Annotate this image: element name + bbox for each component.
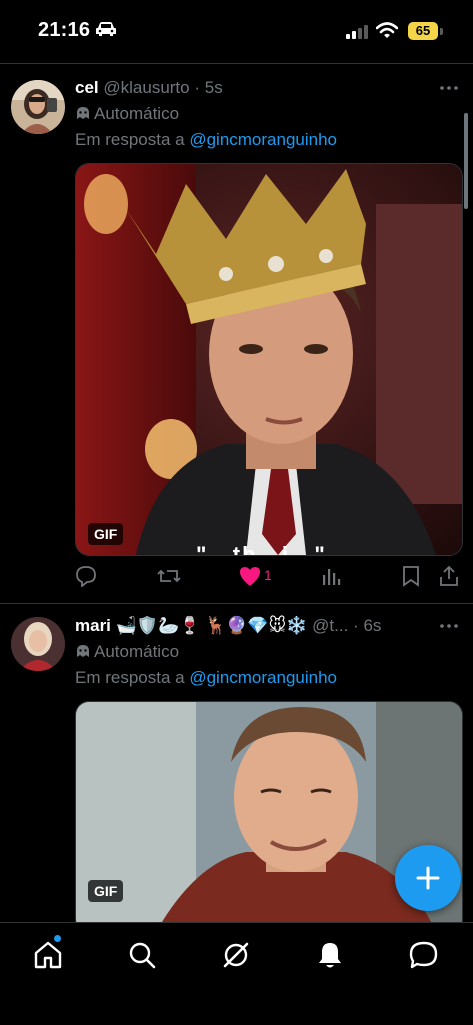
bookmark-icon[interactable] <box>402 565 420 587</box>
separator-dot: · <box>353 616 359 635</box>
tweet-actions: 1 <box>75 565 461 589</box>
more-icon[interactable] <box>440 86 458 90</box>
header-divider <box>0 63 473 64</box>
messages-icon[interactable] <box>408 939 440 971</box>
avatar[interactable] <box>11 617 65 671</box>
tweet-divider <box>0 603 473 604</box>
gif-badge: GIF <box>88 880 124 902</box>
scrollbar[interactable] <box>464 113 468 209</box>
search-icon[interactable] <box>126 939 158 971</box>
tweet-age[interactable]: 6s <box>363 616 381 635</box>
automated-text: Automático <box>94 104 180 123</box>
gif-image-crowned-man <box>76 164 462 555</box>
reply-icon[interactable] <box>75 565 97 587</box>
gif-badge: GIF <box>88 523 124 545</box>
views-icon[interactable] <box>321 565 341 587</box>
avatar[interactable] <box>11 80 65 134</box>
gif-caption-fragment: "...th...i..." <box>196 542 327 556</box>
more-icon[interactable] <box>440 624 458 628</box>
bot-icon <box>77 645 89 657</box>
automated-label: Automático <box>75 104 179 124</box>
share-icon[interactable] <box>439 565 459 587</box>
status-time: 21:16 <box>38 19 91 41</box>
automated-text: Automático <box>94 642 180 661</box>
reply-mention[interactable]: @gincmoranguinho <box>189 130 337 149</box>
battery-tip <box>440 28 443 35</box>
compose-icon <box>416 866 440 890</box>
display-name[interactable]: cel <box>75 78 99 97</box>
separator-dot: · <box>194 78 201 97</box>
wifi-icon <box>376 22 398 38</box>
compose-button[interactable] <box>395 845 461 911</box>
home-icon[interactable] <box>32 939 64 971</box>
tweet-header: mari 🛁🛡️🦢🍷 🦌🔮💎🐭❄️ @t... · 6s <box>75 616 381 636</box>
tweet-header: cel @klausurto · 5s <box>75 78 223 98</box>
display-name[interactable]: mari 🛁🛡️🦢🍷 🦌🔮💎🐭❄️ <box>75 616 307 635</box>
status-bar: 21:16 65 <box>0 0 473 58</box>
reply-context: Em resposta a @gincmoranguinho <box>75 130 337 150</box>
signal-icon <box>346 25 368 39</box>
user-handle[interactable]: @t... <box>312 616 348 635</box>
reply-mention[interactable]: @gincmoranguinho <box>189 668 337 687</box>
user-handle[interactable]: @klausurto <box>103 78 189 97</box>
reply-prefix: Em resposta a <box>75 130 190 149</box>
bell-icon[interactable] <box>314 939 346 971</box>
car-icon <box>96 22 116 36</box>
grok-icon[interactable] <box>220 939 252 971</box>
automated-label: Automático <box>75 642 179 662</box>
tweet-age[interactable]: 5s <box>205 78 223 97</box>
battery-indicator: 65 <box>408 22 438 40</box>
bot-icon <box>77 107 89 119</box>
reply-prefix: Em resposta a <box>75 668 190 687</box>
heart-icon[interactable] <box>238 565 262 587</box>
like-count[interactable]: 1 <box>264 567 272 583</box>
reply-context: Em resposta a @gincmoranguinho <box>75 668 337 688</box>
retweet-icon[interactable] <box>157 565 181 587</box>
home-notification-dot <box>54 935 61 942</box>
gif-media[interactable]: GIF "...th...i..." <box>75 163 463 556</box>
